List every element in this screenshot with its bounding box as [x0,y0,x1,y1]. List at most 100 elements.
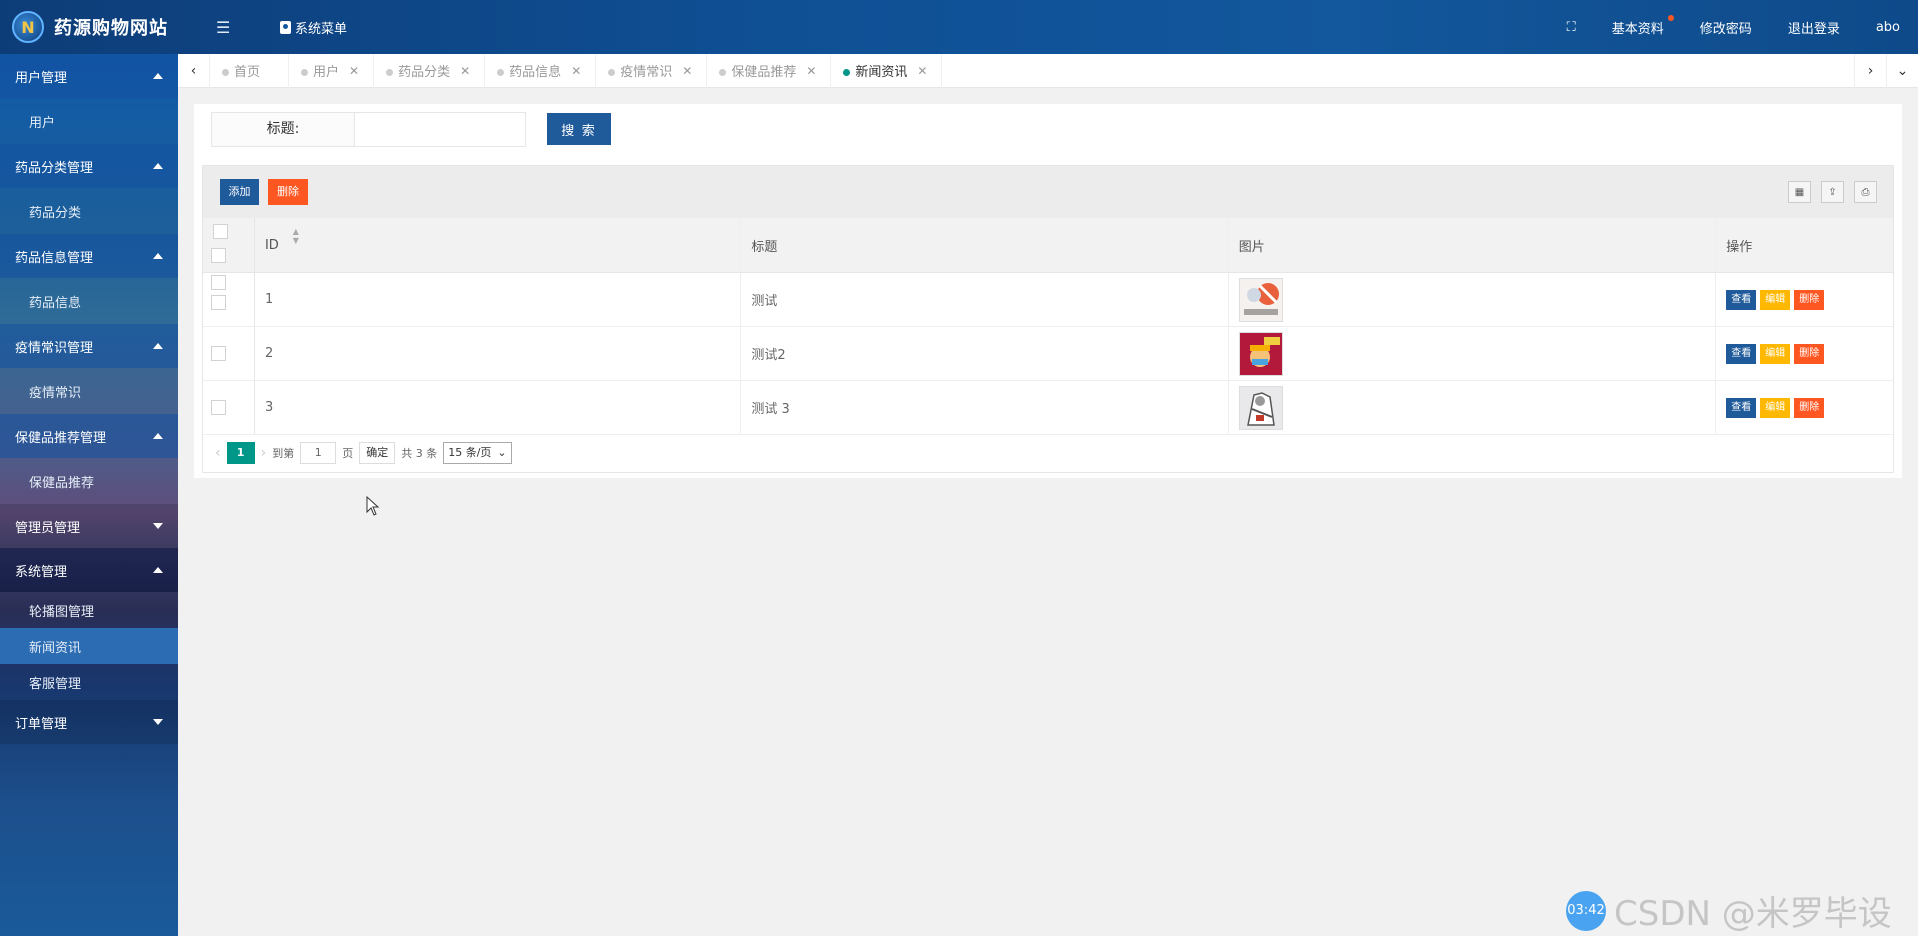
delete-button[interactable]: 删除 [1794,343,1825,364]
select-all-checkbox[interactable] [213,224,228,239]
tab-right-controls: › ⌄ [1854,54,1918,88]
news-thumbnail [1238,277,1283,322]
close-icon[interactable]: ✕ [806,64,816,78]
caret-down-icon [153,719,163,725]
row-checkbox[interactable] [211,248,226,263]
edit-button[interactable]: 编辑 [1760,397,1791,418]
top-header: N 药源购物网站 ☰ 系统菜单 ⛶ 基本资料 修改密码 退出登录 abo [0,0,1918,54]
change-password-link[interactable]: 修改密码 [1682,18,1770,37]
title-search-input[interactable] [355,113,525,146]
logo-icon: N [12,11,44,43]
tab-scroll-left-icon[interactable]: ‹ [178,53,210,88]
cell-image [1229,273,1717,326]
close-icon[interactable]: ✕ [682,64,692,78]
sidebar-item-health[interactable]: 保健品推荐 [0,458,178,504]
fullscreen-icon[interactable]: ⛶ [1549,20,1594,35]
tab-drug-category[interactable]: 药品分类 ✕ [374,53,486,88]
row-checkbox[interactable] [211,346,226,361]
tab-scroll-right-icon[interactable]: › [1854,54,1886,88]
sort-icon[interactable]: ▲ ▼ [293,227,299,245]
profile-link[interactable]: 基本资料 [1594,14,1682,37]
sidebar-item-service[interactable]: 客服管理 [0,664,178,700]
edit-button[interactable]: 编辑 [1760,343,1791,364]
cell-actions: 查看 编辑 删除 [1716,273,1893,326]
view-button[interactable]: 查看 [1726,397,1757,418]
sidebar-item-carousel[interactable]: 轮播图管理 [0,592,178,628]
username[interactable]: abo [1858,20,1918,35]
delete-button[interactable]: 删除 [1794,397,1825,418]
close-icon[interactable]: ✕ [571,64,581,78]
edit-button[interactable]: 编辑 [1760,289,1791,310]
pagination: ‹ 1 › 到第 1 页 确定 共 3 条 15 条/页 ⌄ [203,435,1893,471]
sidebar-item-drug-category[interactable]: 药品分类 [0,188,178,234]
menu-toggle-icon[interactable]: ☰ [216,18,230,37]
print-icon[interactable]: ⎙ [1854,181,1877,203]
column-header-actions: 操作 [1726,239,1753,255]
columns-filter-icon[interactable]: ▦ [1788,181,1811,203]
close-icon[interactable]: ✕ [460,64,470,78]
next-page-icon[interactable]: › [261,445,267,461]
sidebar-item-epidemic[interactable]: 疫情常识 [0,368,178,414]
tab-drug-info[interactable]: 药品信息 ✕ [485,53,597,88]
tab-news[interactable]: 新闻资讯 ✕ [831,53,943,88]
caret-up-icon [153,163,163,169]
tab-user[interactable]: 用户 ✕ [289,53,375,88]
sidebar-group-drug-info[interactable]: 药品信息管理 [0,234,178,278]
table-row: 1 测试 查看 编辑 删除 [203,273,1893,327]
search-label: 标题: [212,113,355,146]
sidebar-item-user[interactable]: 用户 [0,98,178,144]
logout-link[interactable]: 退出登录 [1770,18,1858,37]
cell-id: 1 [255,273,742,326]
tab-health[interactable]: 保健品推荐 ✕ [707,53,832,88]
batch-delete-button[interactable]: 删除 [268,179,308,205]
row-checkbox[interactable] [211,400,226,415]
news-thumbnail [1238,331,1283,376]
caret-up-icon [153,73,163,79]
search-form: 标题: [211,112,526,147]
view-button[interactable]: 查看 [1726,289,1757,310]
table-row: 3 测试 3 查看 编辑 删除 [203,381,1893,435]
caret-up-icon [153,253,163,259]
row-checkbox[interactable] [211,295,226,310]
sidebar-group-drug-category[interactable]: 药品分类管理 [0,144,178,188]
mouse-cursor-icon [366,495,380,520]
sidebar-group-admin[interactable]: 管理员管理 [0,504,178,548]
sidebar-group-orders[interactable]: 订单管理 [0,700,178,744]
watermark: 03:42 CSDN @米罗毕设 [1566,886,1892,935]
column-header-id[interactable]: ID ▲ ▼ [255,218,742,272]
sidebar-item-drug-info[interactable]: 药品信息 [0,278,178,324]
sidebar-group-user[interactable]: 用户管理 [0,54,178,98]
table-tools: ▦ ⇪ ⎙ [1788,181,1877,203]
sidebar-group-system[interactable]: 系统管理 [0,548,178,592]
goto-page-input[interactable]: 1 [300,442,337,464]
delete-button[interactable]: 删除 [1794,289,1825,310]
main-content: 标题: 搜 索 添加 删除 ▦ ⇪ ⎙ ID ▲ ▼ 标题 图片 操作 1 测试… [194,104,1902,478]
column-header-image: 图片 [1229,218,1717,272]
tab-home[interactable]: 首页 [210,53,290,88]
sidebar-group-epidemic[interactable]: 疫情常识管理 [0,324,178,368]
search-button[interactable]: 搜 索 [547,113,611,145]
page-size-select[interactable]: 15 条/页 ⌄ [443,442,512,464]
caret-down-icon [153,523,163,529]
export-icon[interactable]: ⇪ [1821,181,1844,203]
tab-dropdown-icon[interactable]: ⌄ [1886,54,1918,88]
sidebar-group-health[interactable]: 保健品推荐管理 [0,414,178,458]
goto-confirm-button[interactable]: 确定 [359,442,396,464]
sidebar-item-news[interactable]: 新闻资讯 [0,628,178,664]
prev-page-icon[interactable]: ‹ [215,445,221,461]
tab-epidemic[interactable]: 疫情常识 ✕ [596,53,708,88]
goto-suffix: 页 [342,447,354,460]
table-row: 2 测试2 查看 编辑 删除 [203,327,1893,381]
close-icon[interactable]: ✕ [917,64,927,78]
view-button[interactable]: 查看 [1726,343,1757,364]
close-icon[interactable]: ✕ [349,64,359,78]
add-button[interactable]: 添加 [220,179,259,205]
row-checkbox-cell [203,381,255,434]
system-menu-label: 系统菜单 [295,22,348,37]
page-number-current[interactable]: 1 [226,442,255,464]
row-checkbox[interactable] [211,275,226,290]
logo[interactable]: N 药源购物网站 [12,11,168,43]
system-menu-button[interactable]: 系统菜单 [280,18,347,37]
chevron-down-icon: ⌄ [497,446,507,459]
cell-actions: 查看 编辑 删除 [1716,327,1893,380]
